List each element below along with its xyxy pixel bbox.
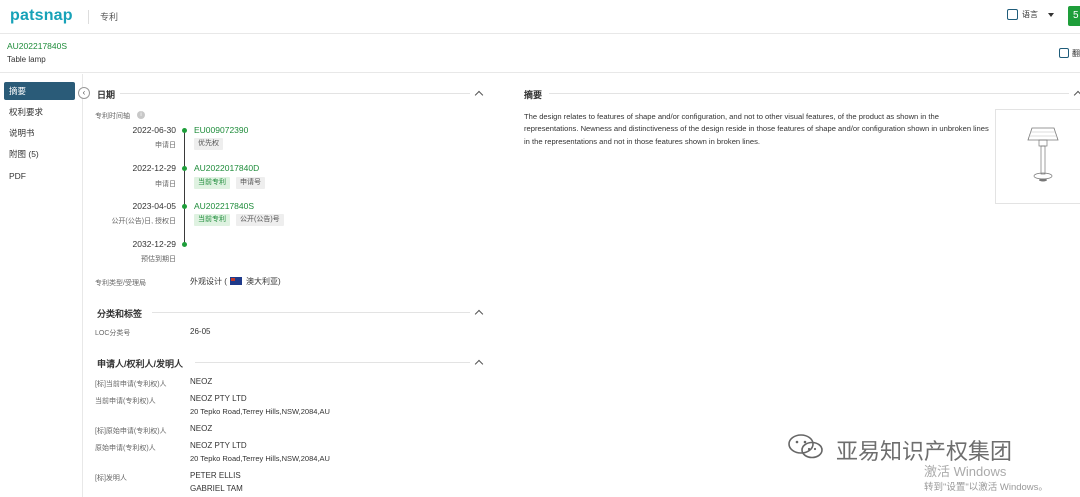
dates-section-title: 日期 [97,90,116,100]
event-date: 2023-04-05 [132,201,176,211]
parties-section-title: 申请人/权利人/发明人 [97,359,184,369]
patent-number: AU202217840S [7,41,68,51]
language-label: 语言 [1022,10,1038,19]
chevron-up-icon[interactable] [474,90,484,100]
patent-title: Table lamp [7,55,46,64]
party-value[interactable]: NEOZ [190,424,212,433]
patent-office: 澳大利亚) [246,277,281,286]
section-divider [152,312,470,313]
patent-header: AU202217840S Table lamp 翻 [0,35,1080,73]
tag-current-patent: 当前专利 [194,177,230,189]
abstract-text: The design relates to features of shape … [524,112,989,146]
party-value[interactable]: NEOZ PTY LTD [190,394,247,403]
timeline-dot [182,166,187,171]
translate-icon [1059,48,1069,58]
top-bar: patsnap 专利 语言 5 [0,0,1080,34]
event-type: 公开(公告)日, 授权日 [111,218,176,225]
translate-label: 翻 [1072,49,1080,58]
party-value[interactable]: NEOZ PTY LTD [190,441,247,450]
section-label[interactable]: 专利 [100,10,118,23]
activate-windows-hint: 转到"设置"以激活 Windows。 [924,482,1048,493]
language-selector[interactable]: 语言 [1007,9,1054,20]
party-label: 原始申请(专利权)人 [95,445,156,452]
party-label: [标]发明人 [95,475,127,482]
loc-label: LOC分类号 [95,330,131,337]
chevron-up-icon[interactable] [474,309,484,319]
party-label: [标]原始申请(专利权)人 [95,428,167,435]
event-date: 2022-06-30 [132,125,176,135]
left-nav: 摘要 权利要求 说明书 附图 (5) PDF [0,74,83,497]
tag-application-number: 申请号 [236,177,265,189]
translate-button[interactable]: 翻 [1059,48,1080,59]
party-address: 20 Tepko Road,Terrey Hills,NSW,2084,AU [190,407,330,416]
nav-item-drawings[interactable]: 附图 (5) [4,145,75,163]
wechat-icon [788,434,823,459]
chevron-down-icon [1048,12,1054,17]
australia-flag-icon [230,277,242,285]
info-icon[interactable]: i [137,111,145,119]
tag-priority: 优先权 [194,138,223,150]
loc-value: 26-05 [190,327,211,336]
chevron-up-icon[interactable] [1073,90,1080,100]
party-label: [标]当前申请(专利权)人 [95,381,167,388]
party-value[interactable]: NEOZ [190,377,212,386]
section-divider [195,362,470,363]
translate-icon [1007,9,1018,20]
party-address: 20 Tepko Road,Terrey Hills,NSW,2084,AU [190,454,330,463]
event-type: 预估到期日 [141,256,176,263]
drawing-thumbnail[interactable] [995,109,1080,204]
event-number-link[interactable]: EU009072390 [194,125,248,135]
event-number-link[interactable]: AU202217840S [194,201,254,211]
patsnap-logo[interactable]: patsnap [10,7,73,25]
divider [88,10,89,24]
activate-windows-title: 激活 Windows [924,464,1007,479]
classification-section-title: 分类和标签 [97,309,143,319]
party-label: 当前申请(专利权)人 [95,398,156,405]
patent-type-value: 外观设计 ( [190,277,227,286]
event-date: 2032-12-29 [132,239,176,249]
green-action-button[interactable]: 5 [1068,6,1080,26]
tag-publication-number: 公开(公告)号 [236,214,284,226]
patent-type-label: 专利类型/受理局 [95,280,146,287]
collapse-nav-button[interactable]: ‹ [78,87,90,99]
timeline-dot [182,204,187,209]
section-divider [549,93,1069,94]
nav-item-abstract[interactable]: 摘要 [4,82,75,100]
abstract-section-title: 摘要 [524,90,543,100]
inventor-value[interactable]: GABRIEL TAM [190,484,243,493]
event-date: 2022-12-29 [132,163,176,173]
event-number-link[interactable]: AU2022017840D [194,163,259,173]
section-divider [120,93,470,94]
timeline-line [184,130,185,244]
timeline-label: 专利时间轴 [95,113,130,120]
event-type: 申请日 [155,142,176,149]
inventor-value[interactable]: PETER ELLIS [190,471,241,480]
nav-item-claims[interactable]: 权利要求 [4,103,75,121]
table-lamp-image [1027,127,1059,182]
nav-item-pdf[interactable]: PDF [4,167,75,185]
nav-item-description[interactable]: 说明书 [4,124,75,142]
timeline-dot [182,242,187,247]
tag-current-patent: 当前专利 [194,214,230,226]
event-type: 申请日 [155,181,176,188]
chevron-up-icon[interactable] [474,359,484,369]
timeline-dot [182,128,187,133]
